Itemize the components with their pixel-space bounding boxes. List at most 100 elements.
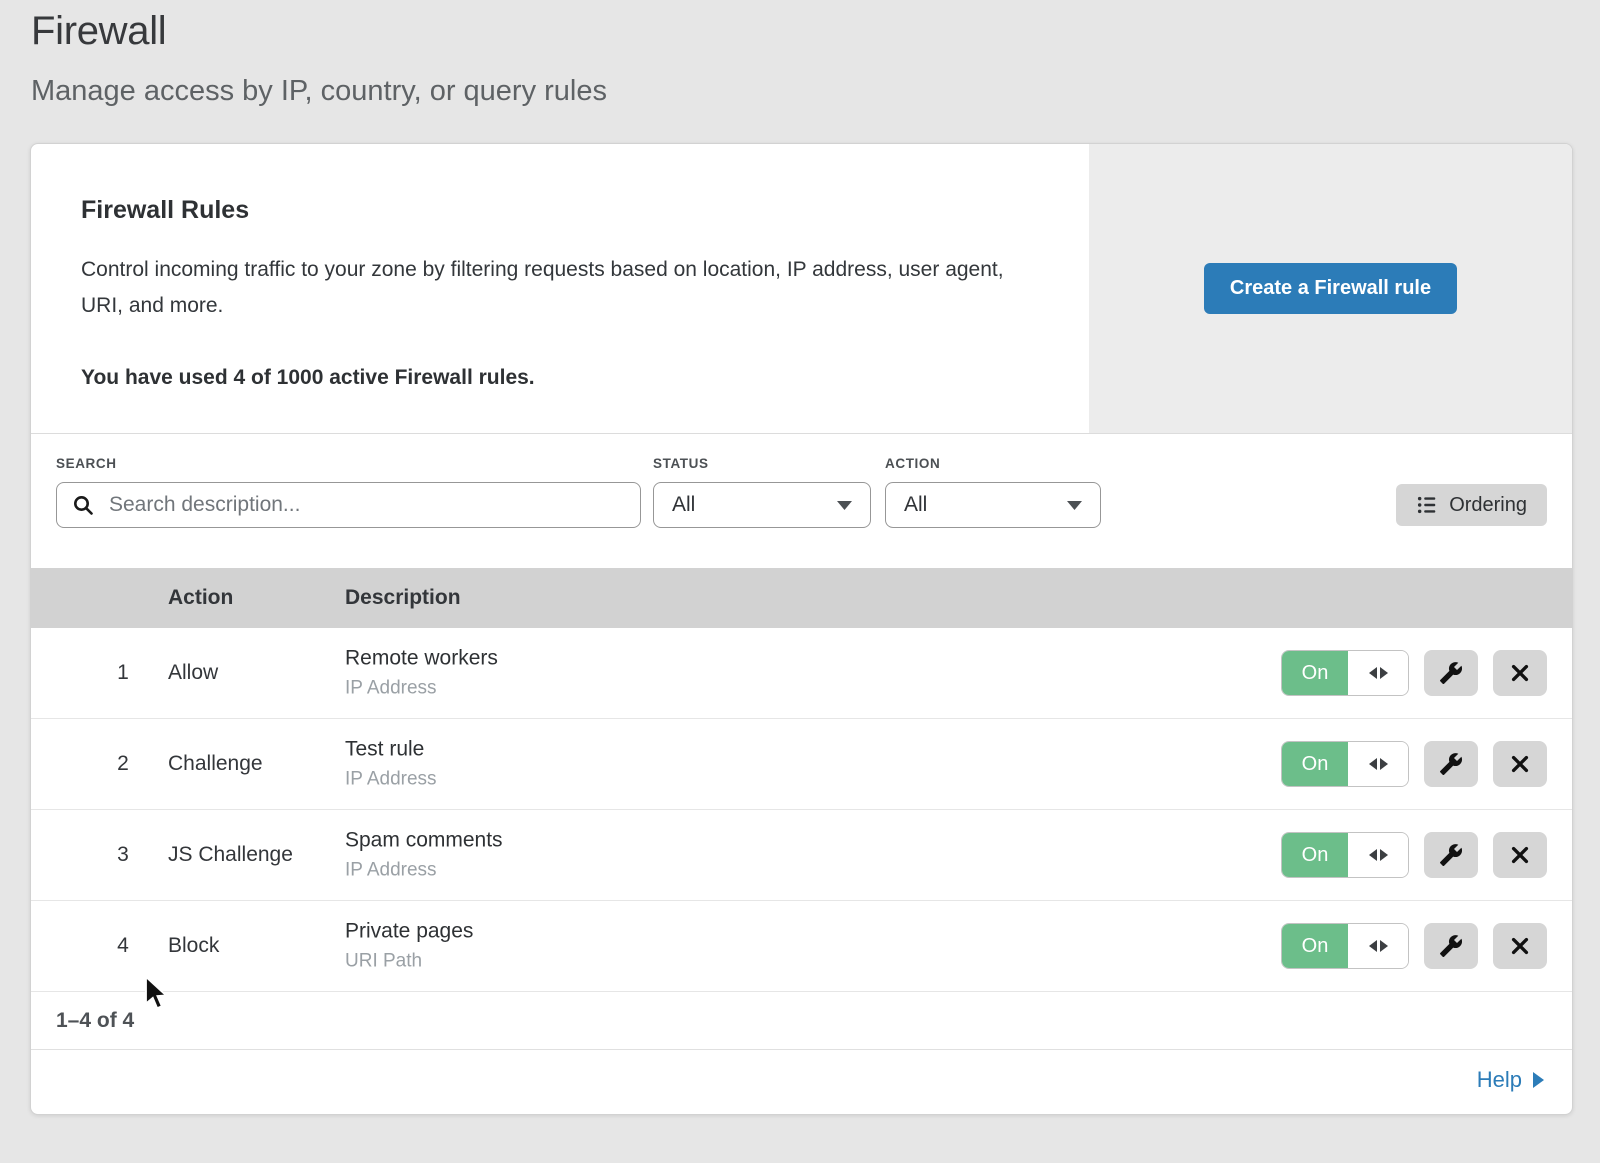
close-icon <box>1509 935 1531 957</box>
rule-match-type: IP Address <box>345 860 503 882</box>
ordered-list-icon <box>1416 494 1438 516</box>
arrow-left-icon <box>1369 758 1377 770</box>
table-header: Action Description <box>31 568 1572 628</box>
rule-action: JS Challenge <box>168 843 293 867</box>
create-firewall-rule-button[interactable]: Create a Firewall rule <box>1204 263 1457 314</box>
arrow-left-icon <box>1369 849 1377 861</box>
firewall-rules-card: Firewall Rules Control incoming traffic … <box>30 143 1573 1115</box>
toggle-on-label: On <box>1282 833 1348 877</box>
rule-match-type: IP Address <box>345 678 498 700</box>
action-select-value: All <box>904 493 927 517</box>
ordering-button[interactable]: Ordering <box>1396 484 1547 526</box>
page-subtitle: Manage access by IP, country, or query r… <box>31 73 607 109</box>
pagination-range: 1–4 of 4 <box>56 1009 134 1033</box>
rule-priority: 1 <box>101 661 145 685</box>
toggle-drag-handle[interactable] <box>1348 742 1408 786</box>
edit-rule-button[interactable] <box>1424 923 1478 969</box>
rule-enabled-toggle[interactable]: On <box>1281 923 1409 969</box>
help-link-label: Help <box>1477 1067 1522 1093</box>
rule-priority: 3 <box>101 843 145 867</box>
edit-rule-button[interactable] <box>1424 741 1478 787</box>
search-label: SEARCH <box>56 456 117 471</box>
column-header-description: Description <box>345 586 461 610</box>
close-icon <box>1509 662 1531 684</box>
rule-action: Block <box>168 934 219 958</box>
overview-description: Control incoming traffic to your zone by… <box>81 252 1041 324</box>
rule-controls: On <box>1281 923 1547 969</box>
wrench-icon <box>1439 843 1463 867</box>
edit-rule-button[interactable] <box>1424 650 1478 696</box>
overview-section: Firewall Rules Control incoming traffic … <box>31 144 1572 434</box>
rule-controls: On <box>1281 650 1547 696</box>
rule-action: Challenge <box>168 752 263 776</box>
rule-action: Allow <box>168 661 218 685</box>
rule-match-type: URI Path <box>345 951 473 973</box>
delete-rule-button[interactable] <box>1493 832 1547 878</box>
pagination-bar: 1–4 of 4 <box>31 992 1572 1050</box>
arrow-right-icon <box>1380 849 1388 861</box>
arrow-right-icon <box>1380 940 1388 952</box>
status-select[interactable]: All <box>653 482 871 528</box>
rule-description-cell: Test rule IP Address <box>345 738 437 791</box>
search-box[interactable] <box>56 482 641 528</box>
rule-enabled-toggle[interactable]: On <box>1281 650 1409 696</box>
rule-description: Private pages <box>345 920 473 944</box>
delete-rule-button[interactable] <box>1493 741 1547 787</box>
arrow-left-icon <box>1369 667 1377 679</box>
help-link[interactable]: Help <box>1477 1067 1544 1093</box>
table-row: 1 Allow Remote workers IP Address On <box>31 628 1572 719</box>
rule-enabled-toggle[interactable]: On <box>1281 832 1409 878</box>
arrow-left-icon <box>1369 940 1377 952</box>
wrench-icon <box>1439 752 1463 776</box>
rule-enabled-toggle[interactable]: On <box>1281 741 1409 787</box>
rule-match-type: IP Address <box>345 769 437 791</box>
rule-description: Spam comments <box>345 829 503 853</box>
rule-description-cell: Remote workers IP Address <box>345 647 498 700</box>
delete-rule-button[interactable] <box>1493 923 1547 969</box>
toggle-on-label: On <box>1282 651 1348 695</box>
filters-section: SEARCH STATUS All ACTION All <box>31 434 1572 568</box>
status-label: STATUS <box>653 456 709 471</box>
search-icon <box>71 493 95 517</box>
column-header-action: Action <box>168 586 233 610</box>
rule-description: Remote workers <box>345 647 498 671</box>
wrench-icon <box>1439 934 1463 958</box>
search-input[interactable] <box>107 492 626 518</box>
toggle-drag-handle[interactable] <box>1348 651 1408 695</box>
overview-text: Firewall Rules Control incoming traffic … <box>31 144 1089 433</box>
toggle-drag-handle[interactable] <box>1348 833 1408 877</box>
arrow-right-icon <box>1380 667 1388 679</box>
close-icon <box>1509 753 1531 775</box>
action-label: ACTION <box>885 456 940 471</box>
close-icon <box>1509 844 1531 866</box>
wrench-icon <box>1439 661 1463 685</box>
rule-priority: 4 <box>101 934 145 958</box>
create-rule-panel: Create a Firewall rule <box>1089 144 1572 433</box>
arrow-right-icon <box>1533 1072 1544 1088</box>
action-select[interactable]: All <box>885 482 1101 528</box>
overview-heading: Firewall Rules <box>81 196 1049 225</box>
rule-description: Test rule <box>345 738 437 762</box>
edit-rule-button[interactable] <box>1424 832 1478 878</box>
rule-description-cell: Private pages URI Path <box>345 920 473 973</box>
chevron-down-icon <box>1067 501 1082 510</box>
table-row: 4 Block Private pages URI Path On <box>31 901 1572 992</box>
ordering-button-label: Ordering <box>1449 494 1527 517</box>
page-header: Firewall Manage access by IP, country, o… <box>31 6 607 109</box>
toggle-drag-handle[interactable] <box>1348 924 1408 968</box>
arrow-right-icon <box>1380 758 1388 770</box>
page-title: Firewall <box>31 6 607 56</box>
chevron-down-icon <box>837 501 852 510</box>
status-select-value: All <box>672 493 695 517</box>
toggle-on-label: On <box>1282 742 1348 786</box>
rule-controls: On <box>1281 832 1547 878</box>
rule-priority: 2 <box>101 752 145 776</box>
usage-summary: You have used 4 of 1000 active Firewall … <box>81 366 1049 390</box>
rule-controls: On <box>1281 741 1547 787</box>
rule-description-cell: Spam comments IP Address <box>345 829 503 882</box>
table-row: 3 JS Challenge Spam comments IP Address … <box>31 810 1572 901</box>
help-bar: Help <box>31 1050 1572 1110</box>
delete-rule-button[interactable] <box>1493 650 1547 696</box>
table-row: 2 Challenge Test rule IP Address On <box>31 719 1572 810</box>
toggle-on-label: On <box>1282 924 1348 968</box>
